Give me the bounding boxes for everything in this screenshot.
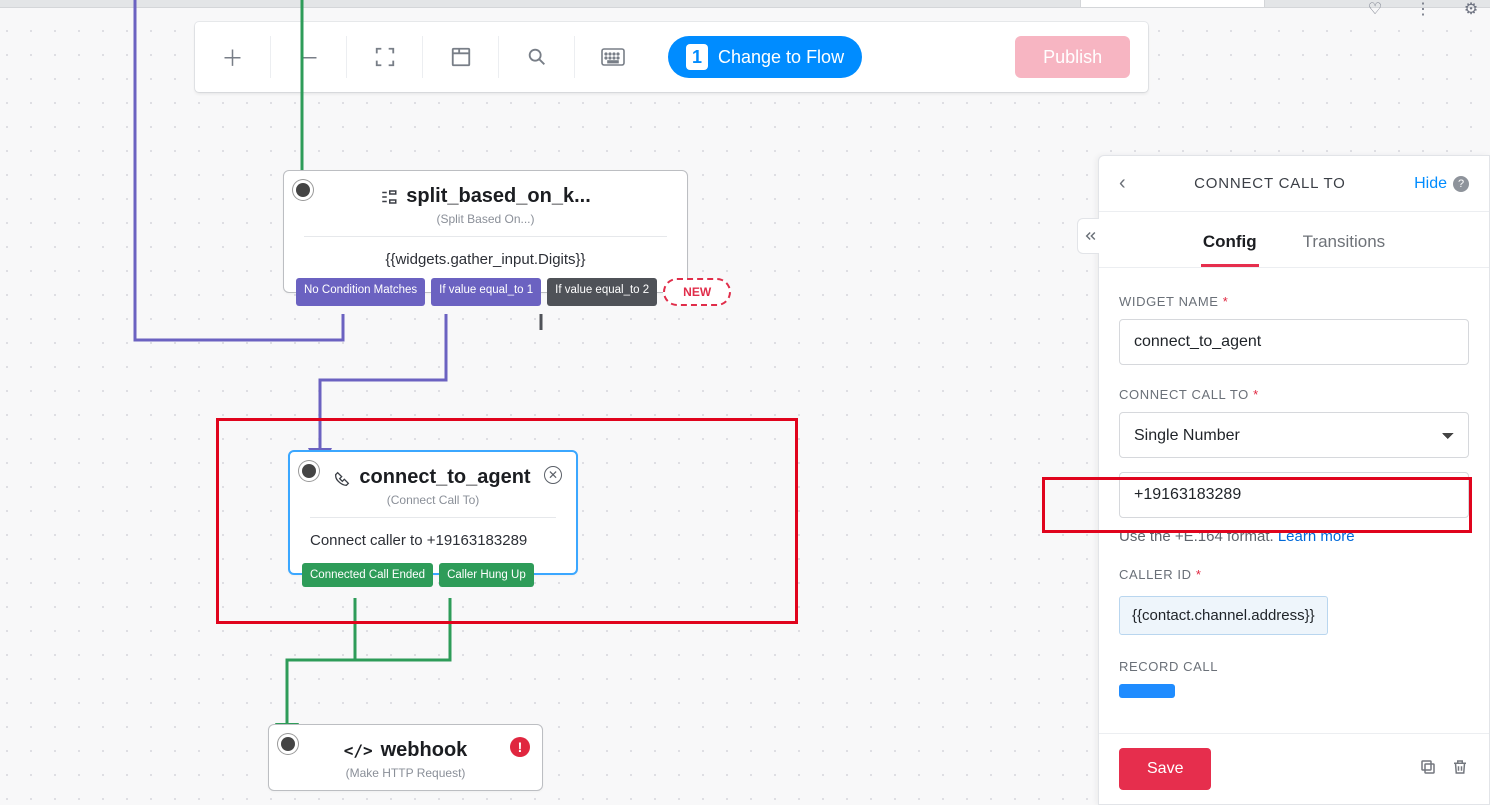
label-widget-name: WIDGET NAME * — [1119, 294, 1469, 309]
widget-transitions: No Condition Matches If value equal_to 1… — [296, 278, 731, 306]
transition-tag[interactable]: No Condition Matches — [296, 278, 425, 306]
search-button[interactable] — [499, 22, 574, 92]
split-icon — [380, 188, 398, 206]
widget-split[interactable]: split_based_on_k... (Split Based On...) … — [283, 170, 688, 293]
new-transition-button[interactable]: NEW — [663, 278, 731, 306]
panel-title: CONNECT CALL TO — [1194, 175, 1345, 192]
top-input[interactable] — [1080, 0, 1265, 8]
fit-button[interactable] — [347, 22, 422, 92]
publish-button[interactable]: Publish — [1015, 36, 1130, 78]
hide-button[interactable]: Hide ? — [1414, 175, 1469, 193]
label-caller-id: CALLER ID * — [1119, 567, 1469, 582]
code-icon: </> — [344, 741, 373, 760]
flow-label: Change to Flow — [718, 47, 844, 68]
caller-id-input[interactable]: {{contact.channel.address}} — [1119, 596, 1328, 635]
flow-badge: 1 — [686, 44, 708, 70]
widget-subtitle: (Make HTTP Request) — [269, 766, 542, 790]
panel-header: ‹ CONNECT CALL TO Hide ? — [1099, 156, 1489, 212]
collapse-panel-button[interactable] — [1077, 218, 1099, 254]
panel-tabs: Config Transitions — [1099, 212, 1489, 268]
label-connect-to: CONNECT CALL TO * — [1119, 387, 1469, 402]
back-button[interactable]: ‹ — [1119, 172, 1126, 195]
widget-subtitle: (Split Based On...) — [284, 212, 687, 236]
transition-tag[interactable]: If value equal_to 2 — [547, 278, 657, 306]
zoom-in-button[interactable]: ＋ — [195, 22, 270, 92]
help-icon[interactable]: ? — [1453, 176, 1469, 192]
highlight-box — [216, 418, 798, 624]
anchor-in-icon[interactable] — [281, 737, 295, 751]
top-right-icons: ♡ ⋮ ⚙ — [1366, 2, 1480, 18]
widgets-button[interactable] — [423, 22, 498, 92]
highlight-box — [1042, 477, 1472, 533]
label-record: RECORD CALL — [1119, 659, 1469, 674]
delete-icon[interactable] — [1451, 758, 1469, 781]
panel-footer: Save — [1099, 733, 1489, 804]
heart-icon[interactable]: ♡ — [1366, 3, 1384, 17]
tab-transitions[interactable]: Transitions — [1301, 222, 1388, 267]
widget-title: split_based_on_k... — [406, 185, 591, 208]
duplicate-icon[interactable] — [1419, 758, 1437, 781]
widget-webhook[interactable]: ! </> webhook (Make HTTP Request) — [268, 724, 543, 791]
error-icon[interactable]: ! — [510, 737, 530, 757]
gear-icon[interactable]: ⚙ — [1462, 3, 1480, 17]
record-toggle[interactable] — [1119, 684, 1175, 698]
anchor-in-icon[interactable] — [296, 183, 310, 197]
dots-icon[interactable]: ⋮ — [1414, 3, 1432, 17]
tab-config[interactable]: Config — [1201, 222, 1259, 267]
widget-name-input[interactable] — [1119, 319, 1469, 365]
change-to-flow-button[interactable]: 1 Change to Flow — [668, 36, 862, 78]
save-button[interactable]: Save — [1119, 748, 1211, 790]
widget-title: webhook — [381, 739, 468, 762]
zoom-out-button[interactable]: － — [271, 22, 346, 92]
connect-to-select[interactable]: Single Number — [1119, 412, 1469, 458]
canvas-toolbar: ＋ － 1 Change to Flow Publish — [195, 22, 1148, 92]
transition-tag[interactable]: If value equal_to 1 — [431, 278, 541, 306]
keyboard-button[interactable] — [575, 22, 650, 92]
topbar — [0, 0, 1490, 8]
